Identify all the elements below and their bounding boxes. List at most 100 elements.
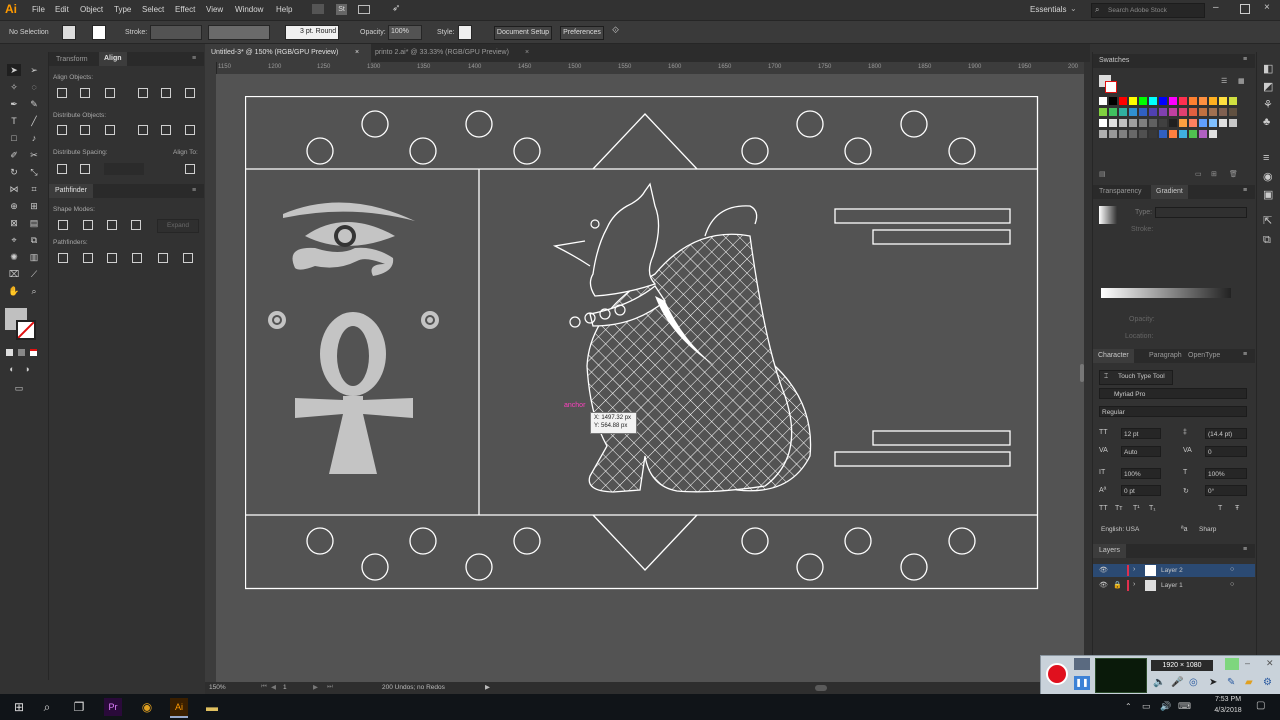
- spacing-field[interactable]: [104, 163, 144, 175]
- align-left-icon[interactable]: [57, 88, 67, 98]
- distribute-top-icon[interactable]: [57, 125, 67, 135]
- color-swatch[interactable]: [1229, 97, 1237, 105]
- menu-effect[interactable]: Effect: [175, 5, 195, 14]
- color-swatch[interactable]: [1099, 130, 1107, 138]
- tab-untitled-3[interactable]: Untitled-3* @ 150% (RGB/GPU Preview) ×: [205, 44, 371, 62]
- menu-select[interactable]: Select: [142, 5, 164, 14]
- gradient-menu-icon[interactable]: ≡: [1243, 187, 1247, 194]
- stroke-color-box[interactable]: [16, 320, 36, 340]
- color-swatch[interactable]: [1159, 97, 1167, 105]
- list-view-icon[interactable]: ☰: [1221, 77, 1227, 85]
- tab-printo-2[interactable]: printo 2.ai* @ 33.33% (RGB/GPU Preview) …: [369, 44, 545, 62]
- lasso-icon[interactable]: ◌: [27, 81, 41, 93]
- lock-icon[interactable]: 🔒: [1113, 581, 1122, 589]
- color-swatch[interactable]: [1229, 108, 1237, 116]
- close-icon[interactable]: ×: [1264, 2, 1270, 13]
- color-swatch[interactable]: [1109, 97, 1117, 105]
- pen-icon[interactable]: ✎: [1227, 677, 1235, 688]
- stock-icon[interactable]: St: [336, 4, 347, 15]
- canvas-area[interactable]: anchor X: 1497.32 px Y: 564.88 px: [216, 74, 1084, 682]
- status-menu-icon[interactable]: ▶: [485, 683, 490, 691]
- line-tool-icon[interactable]: ╱: [27, 115, 41, 127]
- illustrator-icon[interactable]: Ai: [170, 698, 188, 718]
- color-swatch[interactable]: [1119, 97, 1127, 105]
- color-swatch[interactable]: [1219, 108, 1227, 116]
- color-swatch[interactable]: [1219, 119, 1227, 127]
- delete-swatch-icon[interactable]: 🗑: [1229, 170, 1238, 178]
- color-swatch[interactable]: [1099, 108, 1107, 116]
- expand-layer-icon[interactable]: ›: [1133, 581, 1135, 588]
- layers-menu-icon[interactable]: ≡: [1243, 546, 1247, 553]
- minus-front-icon[interactable]: [83, 220, 93, 230]
- layer-target-icon[interactable]: ○: [1230, 566, 1234, 573]
- gradient-preview[interactable]: [1099, 206, 1117, 224]
- panel-menu-icon[interactable]: ≡: [192, 55, 196, 62]
- camera-icon[interactable]: [1074, 658, 1090, 670]
- color-swatch[interactable]: [1129, 97, 1137, 105]
- menu-object[interactable]: Object: [80, 5, 103, 14]
- color-swatch[interactable]: [1129, 130, 1137, 138]
- record-button[interactable]: [1046, 663, 1068, 685]
- symbols-icon[interactable]: ♣: [1263, 116, 1270, 128]
- expand-button[interactable]: Expand: [157, 219, 199, 233]
- menu-type[interactable]: Type: [114, 5, 131, 14]
- menu-window[interactable]: Window: [235, 5, 263, 14]
- color-swatch[interactable]: [1229, 119, 1237, 127]
- search-icon[interactable]: ⌕: [38, 698, 56, 716]
- brush-definition[interactable]: 3 pt. Round: [285, 25, 339, 40]
- color-panel-icon[interactable]: ◧: [1263, 62, 1273, 75]
- color-swatch[interactable]: [1189, 97, 1197, 105]
- premiere-icon[interactable]: Pr: [104, 698, 122, 716]
- new-swatch-icon[interactable]: ⊞: [1211, 170, 1217, 178]
- layer-row-layer-2[interactable]: 👁 › Layer 2 ○: [1093, 564, 1255, 577]
- free-transform-icon[interactable]: ⌗: [27, 183, 41, 195]
- minimize-icon[interactable]: –: [1213, 2, 1219, 13]
- font-style-select[interactable]: Regular: [1099, 406, 1247, 417]
- distribute-hspace-icon[interactable]: [80, 164, 90, 174]
- tab-gradient[interactable]: Gradient: [1151, 185, 1188, 199]
- screen-mode-icon[interactable]: ▭: [12, 382, 26, 394]
- layers-title[interactable]: Layers: [1093, 544, 1127, 558]
- color-swatch[interactable]: [1139, 119, 1147, 127]
- color-swatch[interactable]: [1179, 97, 1187, 105]
- shape-builder-icon[interactable]: ⊕: [7, 200, 21, 212]
- scissors-icon[interactable]: ✂: [27, 149, 41, 161]
- network-icon[interactable]: ▭: [1142, 701, 1151, 712]
- task-view-icon[interactable]: ❐: [70, 698, 88, 716]
- swatch-stroke-indicator[interactable]: [1105, 81, 1117, 93]
- subscript-icon[interactable]: T₁: [1149, 505, 1156, 512]
- tracking-field[interactable]: 0: [1205, 446, 1247, 457]
- color-swatch[interactable]: [1139, 97, 1147, 105]
- artboard[interactable]: [245, 96, 1039, 590]
- slice-tool-icon[interactable]: ⟋: [27, 268, 41, 280]
- touch-type-button[interactable]: ⌶ Touch Type Tool: [1099, 370, 1173, 385]
- layer-name[interactable]: Layer 1: [1161, 582, 1183, 589]
- symbol-sprayer-icon[interactable]: ✺: [7, 251, 21, 263]
- pen-tool-icon[interactable]: ✒: [7, 98, 21, 110]
- color-swatch[interactable]: [1129, 108, 1137, 116]
- color-swatch[interactable]: [1139, 108, 1147, 116]
- graph-tool-icon[interactable]: ▥: [27, 251, 41, 263]
- color-swatch[interactable]: [1099, 97, 1107, 105]
- graphic-styles-icon[interactable]: ▣: [1263, 188, 1273, 201]
- color-swatch[interactable]: [1159, 119, 1167, 127]
- stock-search-field[interactable]: ⌕ Search Adobe Stock: [1091, 3, 1205, 18]
- tray-expand-icon[interactable]: ⌃: [1125, 702, 1132, 711]
- close-tab-icon[interactable]: ×: [525, 44, 529, 62]
- close-tab-icon[interactable]: ×: [355, 44, 359, 62]
- layer-row-layer-1[interactable]: 👁 🔒 › Layer 1 ○: [1093, 579, 1255, 592]
- appearance-icon[interactable]: ◉: [1263, 170, 1273, 183]
- notifications-icon[interactable]: ▢: [1256, 700, 1265, 711]
- document-setup-button[interactable]: Document Setup: [494, 26, 552, 40]
- color-swatch[interactable]: [1209, 130, 1217, 138]
- mesh-tool-icon[interactable]: ⊠: [7, 217, 21, 229]
- clock-date[interactable]: 4/3/2018: [1206, 707, 1250, 714]
- color-swatch[interactable]: [1099, 119, 1107, 127]
- tab-transform[interactable]: Transform: [56, 56, 88, 63]
- none-mode-icon[interactable]: [30, 349, 37, 356]
- color-swatch[interactable]: [1149, 97, 1157, 105]
- char-rotation-field[interactable]: 0°: [1205, 485, 1247, 496]
- prev-artboard-icon[interactable]: ◀: [271, 683, 276, 691]
- last-artboard-icon[interactable]: ⏭: [327, 683, 333, 691]
- artboard-tool-icon[interactable]: ⌧: [7, 268, 21, 280]
